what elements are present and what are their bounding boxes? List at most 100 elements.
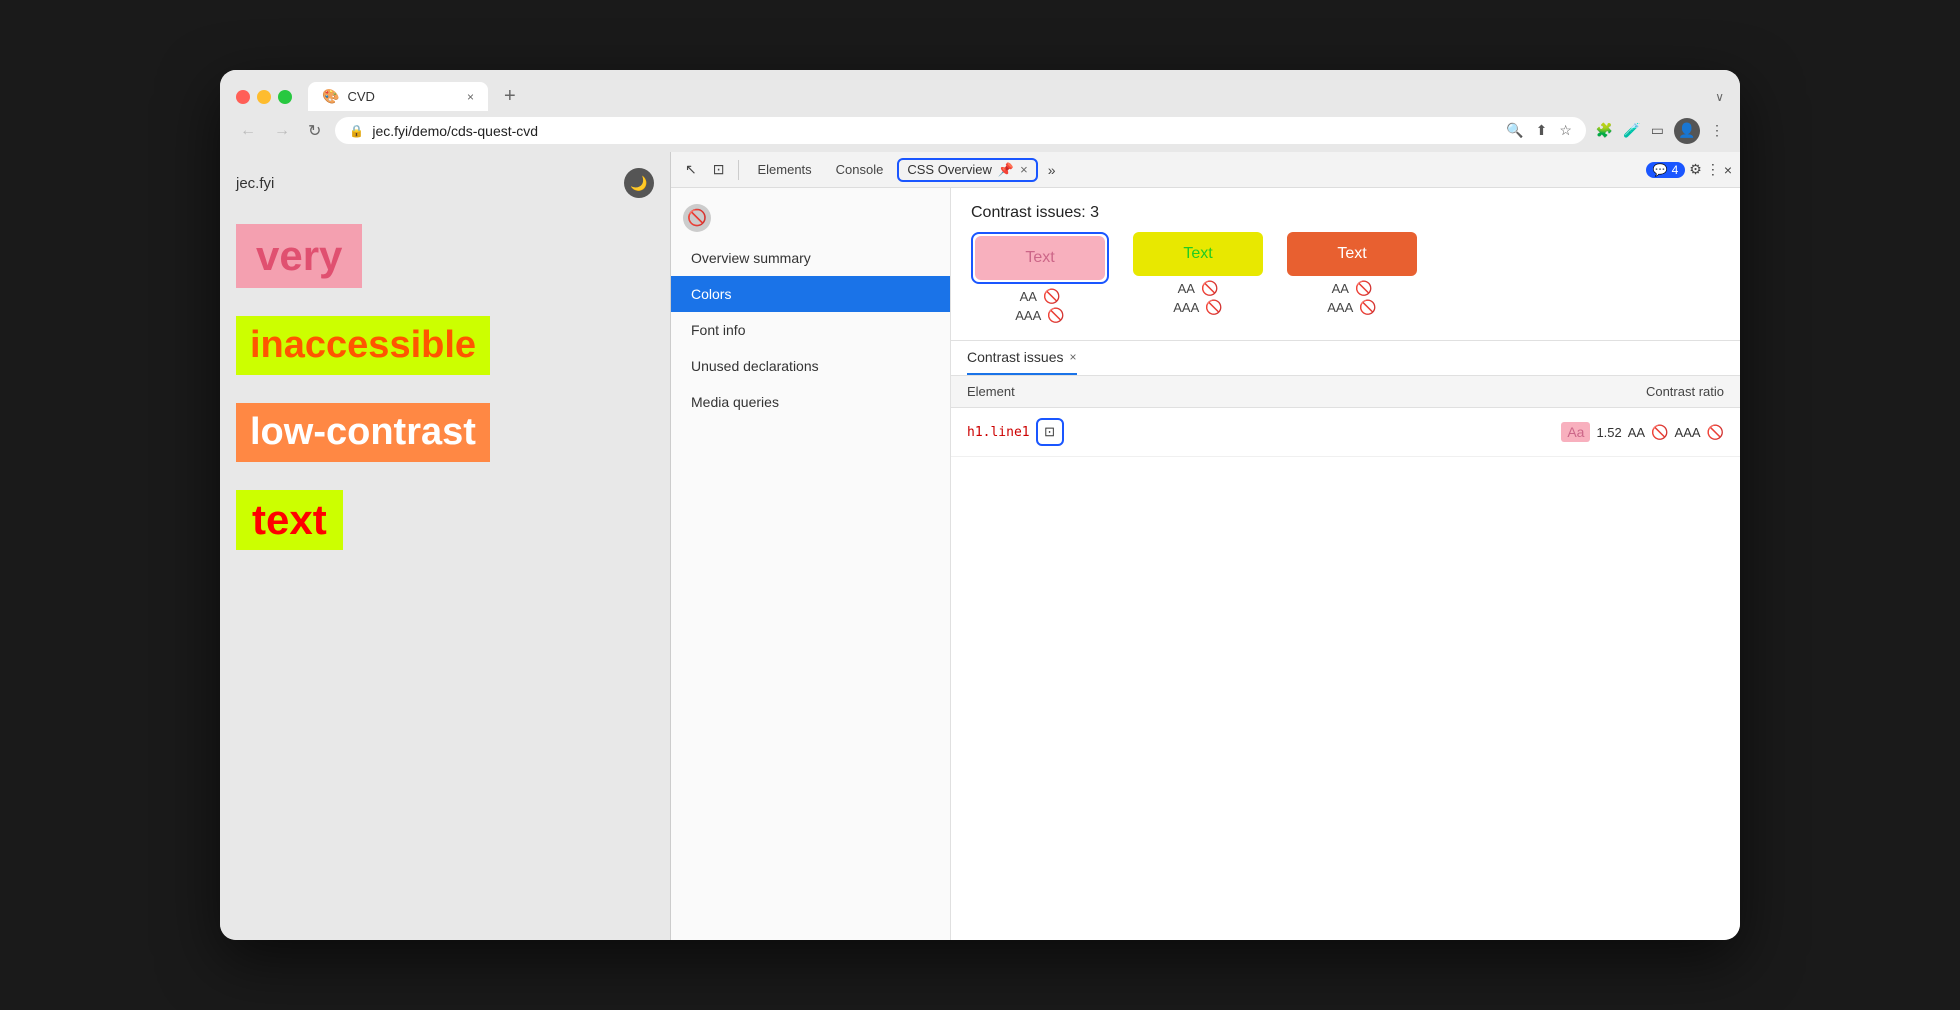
word-low-contrast: low-contrast bbox=[236, 403, 490, 462]
color-btn-1[interactable]: Text bbox=[975, 236, 1105, 280]
aaa-text: AAA bbox=[1675, 425, 1701, 440]
css-overview-label: CSS Overview bbox=[907, 162, 992, 177]
aa-label-1: AA bbox=[1020, 289, 1037, 304]
bookmark-icon[interactable]: ☆ bbox=[1559, 122, 1572, 139]
lock-icon: 🔒 bbox=[349, 124, 364, 138]
minimize-traffic-light[interactable] bbox=[257, 90, 271, 104]
aaa-icon-3: 🚫 bbox=[1359, 299, 1376, 316]
color-btn-3[interactable]: Text bbox=[1287, 232, 1417, 276]
word-inaccessible: inaccessible bbox=[236, 316, 490, 375]
col-ratio-header: Contrast ratio bbox=[1346, 384, 1725, 399]
devtools-toolbar: ↖ ⊡ Elements Console CSS Overview 📌 × » … bbox=[671, 152, 1740, 188]
devtools-window-icon[interactable]: ⊡ bbox=[707, 157, 731, 182]
sidebar-top: 🚫 bbox=[671, 196, 950, 240]
issues-badge-count: 4 bbox=[1672, 163, 1679, 177]
aaa-icon-2: 🚫 bbox=[1205, 299, 1222, 316]
aaa-row-1: AAA 🚫 bbox=[1015, 307, 1064, 324]
issues-badge[interactable]: 💬 4 bbox=[1646, 162, 1686, 178]
contrast-issues-section: Contrast issues × Element Contrast ratio bbox=[951, 340, 1740, 940]
tab-title: CVD bbox=[347, 89, 374, 104]
split-view-icon[interactable]: ▭ bbox=[1651, 122, 1664, 139]
aaa-row-2: AAA 🚫 bbox=[1173, 299, 1222, 316]
sidebar-item-unused-declarations[interactable]: Unused declarations bbox=[671, 348, 950, 384]
devtools-cursor-icon[interactable]: ↖ bbox=[679, 157, 703, 182]
page-header: jec.fyi 🌙 bbox=[236, 168, 654, 198]
aaa-icon-1: 🚫 bbox=[1047, 307, 1064, 324]
element-cell: h1.line1 ⊡ bbox=[967, 418, 1346, 446]
refresh-button[interactable]: ↻ bbox=[304, 119, 325, 143]
address-bar[interactable]: 🔒 jec.fyi/demo/cds-quest-cvd 🔍 ⬆ ☆ bbox=[335, 117, 1585, 144]
contrast-header: Contrast issues: 3 bbox=[951, 188, 1740, 232]
chrome-actions: 🧩 🧪 ▭ 👤 ⋮ bbox=[1596, 118, 1724, 144]
word-inaccessible-container: inaccessible bbox=[236, 306, 654, 385]
sidebar-item-colors[interactable]: Colors bbox=[671, 276, 950, 312]
profile-avatar[interactable]: 👤 bbox=[1674, 118, 1700, 144]
tab-close-button[interactable]: × bbox=[467, 90, 474, 104]
aaa-label-3: AAA bbox=[1327, 300, 1353, 315]
aa-text: AA bbox=[1628, 425, 1645, 440]
element-code: h1.line1 bbox=[967, 425, 1030, 440]
toolbar-divider bbox=[738, 160, 739, 180]
devtools-menu-icon[interactable]: ⋮ bbox=[1706, 161, 1720, 178]
tab-favicon: 🎨 bbox=[322, 88, 339, 105]
word-text-container: text bbox=[236, 480, 654, 560]
color-box-2: Text AA 🚫 AAA 🚫 bbox=[1133, 232, 1263, 316]
aaa-label-2: AAA bbox=[1173, 300, 1199, 315]
back-button[interactable]: ← bbox=[236, 120, 260, 142]
aa-icon-2: 🚫 bbox=[1201, 280, 1218, 297]
more-tabs-button[interactable]: » bbox=[1042, 158, 1062, 182]
issues-tab-row: Contrast issues × bbox=[951, 341, 1740, 376]
color-btn-2[interactable]: Text bbox=[1133, 232, 1263, 276]
close-traffic-light[interactable] bbox=[236, 90, 250, 104]
active-tab[interactable]: 🎨 CVD × bbox=[308, 82, 488, 111]
new-tab-button[interactable]: + bbox=[496, 85, 524, 108]
flask-icon[interactable]: 🧪 bbox=[1623, 122, 1640, 139]
moon-icon: 🌙 bbox=[630, 175, 647, 192]
dark-mode-toggle[interactable]: 🌙 bbox=[624, 168, 654, 198]
ratio-value: 1.52 bbox=[1596, 425, 1621, 440]
aa-label-2: AA bbox=[1178, 281, 1195, 296]
extensions-icon[interactable]: 🧩 bbox=[1596, 122, 1613, 139]
devtools-main-panel: Contrast issues: 3 Text AA 🚫 bbox=[951, 188, 1740, 940]
tab-css-overview[interactable]: CSS Overview 📌 × bbox=[897, 158, 1037, 182]
title-bar: 🎨 CVD × + ∨ bbox=[220, 70, 1740, 111]
contrast-issues-tab-close[interactable]: × bbox=[1069, 350, 1076, 364]
sidebar-item-font-info[interactable]: Font info bbox=[671, 312, 950, 348]
forward-button[interactable]: → bbox=[270, 120, 294, 142]
page-domain: jec.fyi bbox=[236, 175, 274, 192]
chrome-menu-icon[interactable]: ⋮ bbox=[1710, 122, 1724, 139]
tab-strip-end: ∨ bbox=[1715, 90, 1724, 104]
contrast-sample: Aa bbox=[1561, 422, 1590, 442]
col-element-header: Element bbox=[967, 384, 1346, 399]
css-overview-close[interactable]: × bbox=[1020, 162, 1028, 177]
contrast-issues-tab[interactable]: Contrast issues × bbox=[967, 341, 1077, 375]
search-icon[interactable]: 🔍 bbox=[1506, 122, 1523, 139]
sidebar-item-media-queries[interactable]: Media queries bbox=[671, 384, 950, 420]
maximize-traffic-light[interactable] bbox=[278, 90, 292, 104]
issues-badge-icon: 💬 bbox=[1653, 163, 1668, 177]
tab-elements[interactable]: Elements bbox=[747, 158, 821, 181]
aa-icon-3: 🚫 bbox=[1355, 280, 1372, 297]
color-box-3-labels: AA 🚫 AAA 🚫 bbox=[1327, 280, 1376, 316]
devtools-sidebar: 🚫 Overview summary Colors Font info Unus… bbox=[671, 188, 951, 940]
main-content: jec.fyi 🌙 very inaccessible low-contrast… bbox=[220, 152, 1740, 940]
sidebar-item-overview-summary[interactable]: Overview summary bbox=[671, 240, 950, 276]
tab-console[interactable]: Console bbox=[826, 158, 894, 181]
devtools-settings-icon[interactable]: ⚙ bbox=[1689, 161, 1702, 178]
color-boxes: Text AA 🚫 AAA 🚫 bbox=[951, 232, 1740, 340]
devtools-close-icon[interactable]: × bbox=[1724, 162, 1732, 178]
share-icon[interactable]: ⬆ bbox=[1536, 122, 1548, 139]
address-text: jec.fyi/demo/cds-quest-cvd bbox=[372, 123, 538, 139]
aa-row-1: AA 🚫 bbox=[1020, 288, 1061, 305]
devtools-body: 🚫 Overview summary Colors Font info Unus… bbox=[671, 188, 1740, 940]
aa-row-2: AA 🚫 bbox=[1178, 280, 1219, 297]
color-box-1: Text AA 🚫 AAA 🚫 bbox=[971, 232, 1109, 324]
color-box-2-labels: AA 🚫 AAA 🚫 bbox=[1173, 280, 1222, 316]
word-very: very bbox=[236, 224, 362, 288]
inspect-element-button[interactable]: ⊡ bbox=[1036, 418, 1064, 446]
word-text: text bbox=[236, 490, 343, 550]
word-low-contrast-container: low-contrast bbox=[236, 393, 654, 472]
address-actions: 🔍 ⬆ ☆ bbox=[1506, 122, 1572, 139]
color-box-1-highlight: Text bbox=[971, 232, 1109, 284]
devtools-panel: ↖ ⊡ Elements Console CSS Overview 📌 × » … bbox=[670, 152, 1740, 940]
